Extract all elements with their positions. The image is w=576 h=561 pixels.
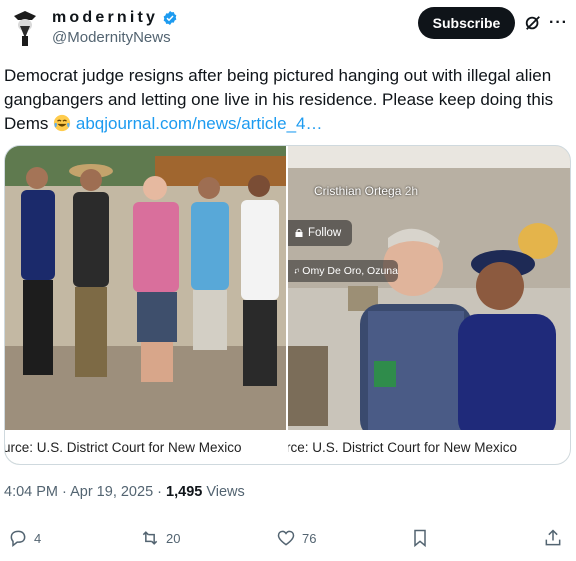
ig-song-badge: Omy De Oro, Ozuna bbox=[288, 260, 398, 282]
more-options-button[interactable]: ··· bbox=[549, 14, 569, 32]
tears-of-joy-emoji-icon bbox=[54, 114, 71, 132]
photo-instagram-screenshot[interactable]: Cristhian Ortega 2h Follow Omy De Oro, O… bbox=[288, 146, 570, 464]
group-photo-illustration bbox=[5, 146, 286, 464]
media-grid[interactable]: urce: U.S. District Court for New Mexico… bbox=[4, 145, 571, 465]
heart-icon bbox=[277, 530, 295, 546]
tweet-actions: 4 20 76 bbox=[0, 528, 576, 556]
display-name[interactable]: modernity bbox=[52, 9, 158, 27]
article-link[interactable]: abqjournal.com/news/article_4… bbox=[76, 114, 323, 133]
tweet-meta: 4:04 PM · Apr 19, 2025 · 1,495 Views bbox=[4, 484, 245, 500]
like-count: 76 bbox=[302, 530, 317, 546]
more-icon: ··· bbox=[549, 14, 568, 31]
avatar[interactable] bbox=[8, 8, 42, 48]
ig-username: Cristhian Ortega 2h bbox=[314, 184, 419, 198]
verified-badge-icon bbox=[163, 11, 177, 25]
tweet-date[interactable]: Apr 19, 2025 bbox=[70, 484, 153, 500]
tweet-time[interactable]: 4:04 PM bbox=[4, 484, 58, 500]
reply-icon bbox=[10, 530, 26, 548]
views-label: Views bbox=[206, 484, 245, 500]
ig-follow-badge: Follow bbox=[288, 220, 352, 246]
tweet-header: modernity @ModernityNews Subscribe ··· bbox=[0, 0, 576, 56]
reply-button[interactable]: 4 bbox=[8, 528, 41, 548]
photo-caption-right: rce: U.S. District Court for New Mexico bbox=[288, 430, 570, 464]
repost-icon bbox=[142, 531, 158, 545]
photo-group-of-men[interactable]: urce: U.S. District Court for New Mexico bbox=[5, 146, 286, 464]
share-button[interactable] bbox=[543, 528, 563, 548]
handle[interactable]: @ModernityNews bbox=[52, 29, 171, 46]
like-button[interactable]: 76 bbox=[276, 528, 316, 548]
share-icon bbox=[545, 529, 561, 546]
music-note-icon bbox=[294, 268, 299, 274]
photo-caption-left: urce: U.S. District Court for New Mexico bbox=[5, 430, 286, 464]
subscribe-button[interactable]: Subscribe bbox=[418, 7, 515, 39]
reply-count: 4 bbox=[34, 530, 42, 546]
lock-icon bbox=[295, 228, 303, 237]
repost-button[interactable]: 20 bbox=[140, 528, 180, 548]
grok-icon[interactable] bbox=[524, 14, 542, 32]
tweet-text: Democrat judge resigns after being pictu… bbox=[4, 64, 570, 136]
repost-count: 20 bbox=[166, 530, 181, 546]
bookmark-button[interactable] bbox=[410, 528, 430, 548]
name-row: modernity bbox=[52, 9, 178, 27]
views-count: 1,495 bbox=[166, 484, 203, 500]
bookmark-icon bbox=[414, 529, 426, 548]
